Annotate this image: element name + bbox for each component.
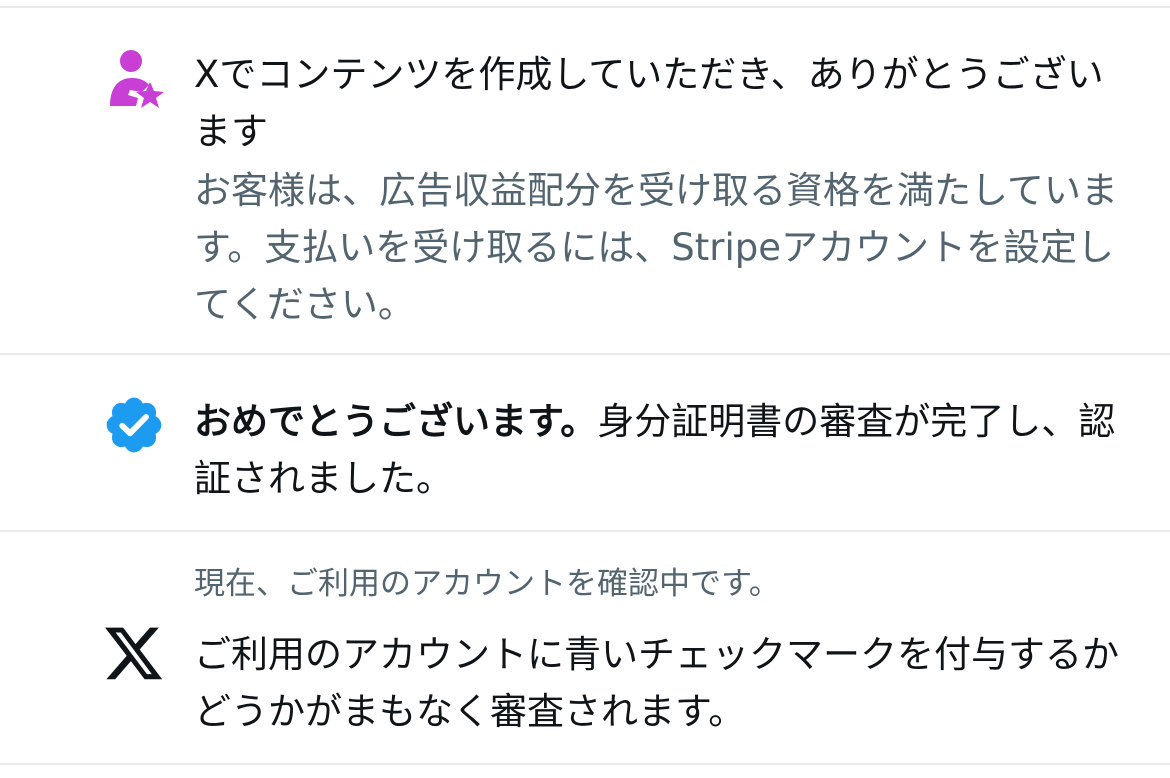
notification-verified[interactable]: おめでとうございます。身分証明書の審査が完了し、認証されました。: [0, 355, 1170, 531]
notification-subtitle: 現在、ご利用のアカウントを確認中です。: [194, 566, 780, 602]
verified-badge-icon: [98, 389, 170, 461]
notification-description: お客様は、広告収益配分を受け取る資格を満たしています。支払いを受け取るには、St…: [194, 169, 1118, 326]
notification-title: おめでとうございます。身分証明書の審査が完了し、認証されました。: [194, 393, 1129, 507]
notification-title: Xでコンテンツを作成していただき、ありがとうございます: [194, 53, 1104, 153]
x-logo-icon: [98, 620, 170, 692]
notification-review[interactable]: 現在、ご利用のアカウントを確認中です。 ご利用のアカウントに青いチェックマークを…: [0, 532, 1170, 764]
notifications-list: Xでコンテンツを作成していただき、ありがとうございます お客様は、広告収益配分を…: [0, 0, 1170, 778]
notification-monetization[interactable]: Xでコンテンツを作成していただき、ありがとうございます お客様は、広告収益配分を…: [0, 8, 1170, 354]
notification-title-strong: おめでとうございます。: [194, 400, 598, 443]
divider-bottom: [0, 763, 1170, 765]
creator-star-icon: [98, 44, 170, 116]
notification-title: ご利用のアカウントに青いチェックマークを付与するかどうかがまもなく審査されます。: [194, 633, 1119, 733]
